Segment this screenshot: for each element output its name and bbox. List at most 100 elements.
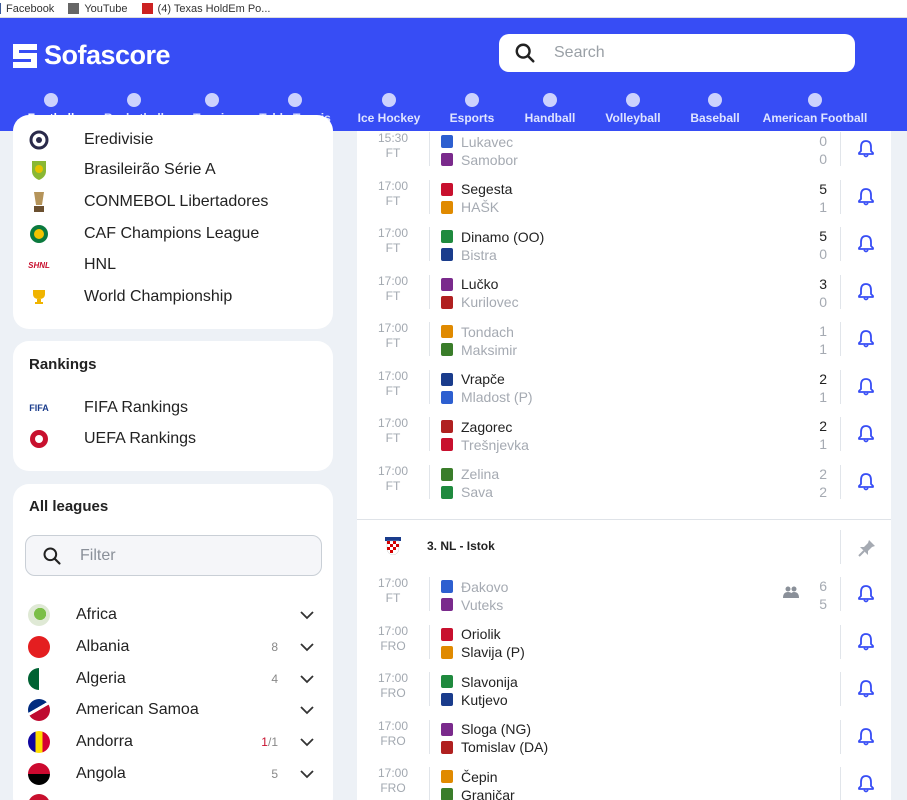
team-crest-icon: [441, 693, 453, 706]
home-team: Sloga (NG): [441, 721, 531, 738]
team-crest-icon: [441, 467, 453, 481]
bookmark-label: YouTube: [84, 2, 128, 15]
home-team: Lučko: [441, 276, 498, 293]
league-header[interactable]: 3. NL - Istok: [357, 523, 891, 571]
bell-icon[interactable]: [857, 472, 875, 491]
match-row[interactable]: 17:00 FT Lučko Kurilovec 3 0: [357, 268, 891, 315]
bell-icon[interactable]: [857, 679, 875, 698]
bookmark-texas-holdem[interactable]: (4) Texas HoldEm Po...: [141, 3, 270, 15]
bell-icon[interactable]: [857, 584, 875, 603]
team-crest-icon: [441, 675, 453, 688]
bell-icon[interactable]: [857, 139, 875, 158]
country-american-samoa[interactable]: American Samoa: [28, 697, 320, 723]
team-name: Sava: [461, 484, 493, 500]
match-row[interactable]: 15:30 FT Lukavec Samobor 0 0: [357, 125, 891, 172]
country-algeria[interactable]: Algeria 4: [28, 666, 320, 692]
match-time: 17:00 FT: [369, 416, 417, 446]
away-score: 2: [819, 483, 827, 500]
league-caf-champions[interactable]: CAF Champions League: [28, 222, 259, 246]
pin-icon[interactable]: [857, 538, 877, 558]
away-score: 5: [819, 596, 827, 612]
country-africa[interactable]: Africa: [28, 602, 320, 628]
home-team: Lukavec: [441, 133, 513, 150]
match-row[interactable]: 17:00 FT Đakovo Vuteks 6 5: [357, 570, 891, 617]
country-albania[interactable]: Albania 8: [28, 634, 320, 660]
lineups-icon[interactable]: [783, 586, 799, 598]
match-time: 17:00 FRO: [369, 766, 417, 796]
match-row[interactable]: 17:00 FT Segesta HAŠK 5 1: [357, 173, 891, 220]
separator: [429, 577, 430, 611]
away-score: 1: [819, 388, 827, 405]
team-crest-icon: [441, 153, 453, 166]
separator: [429, 672, 430, 706]
home-team: Tondach: [441, 323, 514, 340]
bell-icon[interactable]: [857, 377, 875, 396]
bell-icon[interactable]: [857, 234, 875, 253]
team-crest-icon: [441, 740, 453, 754]
albania-flag-icon: [28, 636, 50, 658]
match-row[interactable]: 17:00 FRO Slavonija Kutjevo: [357, 665, 891, 712]
bell-icon[interactable]: [857, 282, 875, 301]
ranking-uefa[interactable]: UEFA Rankings: [28, 427, 196, 451]
bell-icon[interactable]: [857, 727, 875, 746]
bookmark-facebook[interactable]: Facebook: [0, 3, 54, 15]
eredivisie-icon: [28, 129, 50, 151]
match-row[interactable]: 17:00 FT Zelina Sava 2 2: [357, 458, 891, 505]
away-team: Vuteks: [441, 596, 503, 613]
kickoff-time: 17:00: [377, 576, 409, 590]
match-row[interactable]: 17:00 FT Zagorec Trešnjevka 2 1: [357, 410, 891, 457]
search-box[interactable]: Search: [499, 34, 855, 72]
tennis-icon: [205, 93, 219, 107]
home-score: 2: [819, 465, 827, 482]
league-brasileirao[interactable]: Brasileirão Série A: [28, 158, 216, 182]
league-name: CAF Champions League: [84, 225, 260, 242]
team-name: Lučko: [461, 276, 499, 292]
country-name: Algeria: [76, 670, 126, 687]
match-time: 17:00 FT: [369, 576, 417, 606]
league-filter-input[interactable]: Filter: [25, 535, 322, 576]
bell-icon[interactable]: [857, 774, 875, 793]
country-andorra[interactable]: Andorra 1/1: [28, 729, 320, 755]
bell-icon[interactable]: [857, 424, 875, 443]
page-icon: [68, 3, 80, 14]
bell-icon[interactable]: [857, 329, 875, 348]
american-samoa-flag-icon: [28, 699, 50, 721]
bell-icon[interactable]: [857, 187, 875, 206]
league-world-championship[interactable]: World Championship: [28, 285, 232, 309]
match-row[interactable]: 17:00 FRO Sloga (NG) Tomislav (DA): [357, 713, 891, 760]
kickoff-time: 17:00: [377, 766, 409, 780]
ranking-name: FIFA Rankings: [84, 399, 189, 416]
league-libertadores[interactable]: CONMEBOL Libertadores: [28, 190, 268, 214]
separator: [840, 672, 841, 706]
home-team: Zagorec: [441, 418, 512, 435]
away-team: Trešnjevka: [441, 436, 529, 453]
team-crest-icon: [441, 277, 453, 291]
league-eredivisie[interactable]: Eredivisie: [28, 128, 153, 152]
kickoff-time: 15:30: [377, 131, 409, 145]
match-time: 17:00 FT: [369, 179, 417, 209]
match-row[interactable]: 17:00 FRO Oriolik Slavija (P): [357, 618, 891, 665]
match-row[interactable]: 17:00 FT Tondach Maksimir 1 1: [357, 315, 891, 362]
away-team: Bistra: [441, 246, 497, 263]
away-score: 0: [819, 246, 827, 262]
league-hnl[interactable]: SHNL HNL: [28, 253, 116, 277]
live-count: 1: [261, 735, 268, 749]
separator: [429, 767, 430, 800]
match-row[interactable]: 17:00 FT Dinamo (OO) Bistra 5 0: [357, 220, 891, 267]
league-header-name: 3. NL - Istok: [427, 539, 495, 553]
separator: [429, 322, 430, 356]
match-row[interactable]: 17:00 FRO Čepin Graničar: [357, 760, 891, 800]
team-crest-icon: [441, 343, 453, 356]
separator: [429, 624, 430, 659]
ranking-fifa[interactable]: FIFA FIFA Rankings: [28, 396, 188, 420]
team-name: Zelina: [461, 466, 500, 482]
team-crest-icon: [441, 420, 453, 433]
chevron-down-icon: [300, 675, 314, 684]
sofascore-logo[interactable]: Sofascore: [13, 40, 171, 71]
bookmark-youtube[interactable]: YouTube: [68, 2, 128, 15]
bell-icon[interactable]: [857, 632, 875, 651]
country-angola[interactable]: Angola 5: [28, 761, 320, 787]
match-row[interactable]: 17:00 FT Vrapče Mladost (P) 2 1: [357, 363, 891, 410]
chevron-down-icon: [300, 706, 314, 715]
home-score: 3: [819, 275, 827, 292]
